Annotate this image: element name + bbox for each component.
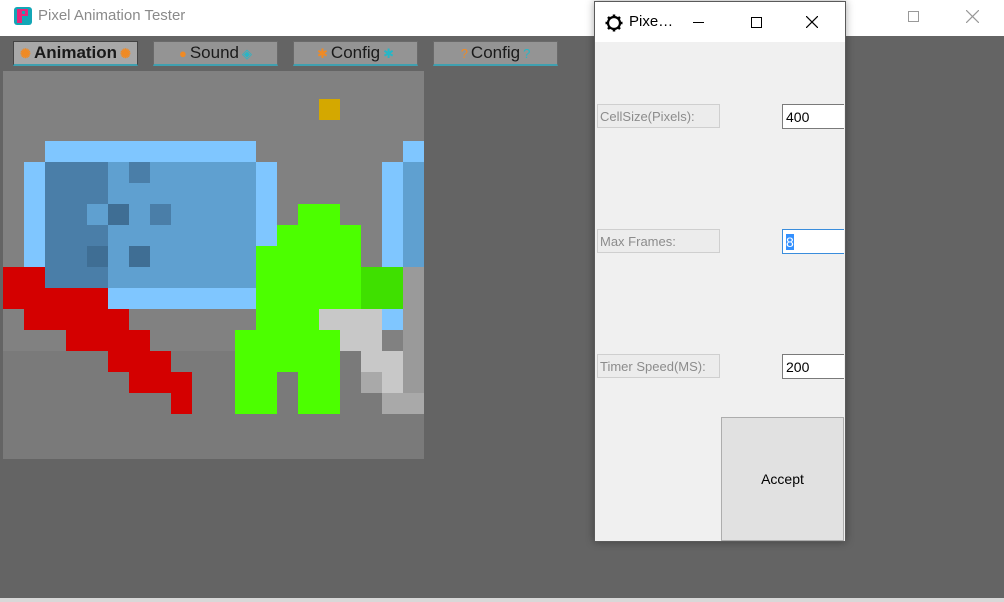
main-window: Pixel Animation Tester ✺ Animation ✺ ● S… (0, 0, 1004, 602)
main-titlebar[interactable]: Pixel Animation Tester (0, 0, 1004, 36)
accept-button[interactable]: Accept (721, 417, 844, 541)
window-title: Pixel Animation Tester (38, 7, 186, 24)
close-button[interactable] (791, 2, 837, 42)
maximize-icon (908, 11, 919, 22)
question-icon: ? (460, 45, 468, 61)
close-icon (966, 10, 979, 23)
cellsize-input[interactable]: 400 (782, 104, 844, 129)
minimize-button[interactable] (683, 2, 729, 42)
maximize-button[interactable] (735, 2, 781, 42)
sparkle-icon: ✺ (120, 45, 131, 61)
dialog-title: Pixe… (629, 13, 674, 30)
close-icon (806, 16, 818, 28)
animation-canvas[interactable] (3, 71, 424, 459)
tab-label: Config (470, 43, 521, 62)
sound-icon: ● (178, 45, 187, 61)
tab-animation[interactable]: ✺ Animation ✺ (13, 41, 138, 66)
tab-config-help[interactable]: ? Config ? (433, 41, 558, 66)
tab-label: Animation (33, 43, 118, 62)
selected-text: 8 (786, 234, 794, 250)
timer-label: Timer Speed(MS): (597, 354, 720, 378)
pixel-app-icon (14, 7, 32, 25)
maxframes-label: Max Frames: (597, 229, 720, 253)
question-icon: ? (523, 45, 531, 61)
cellsize-label: CellSize(Pixels): (597, 104, 720, 128)
config-dialog: Pixe… CellSize(Pixels): 400 Max Frames: … (594, 1, 846, 542)
tab-config[interactable]: ✱ Config ✱ (293, 41, 418, 66)
maximize-icon (751, 17, 762, 28)
close-button[interactable] (950, 0, 996, 32)
tab-label: Sound (189, 43, 240, 62)
maxframes-input[interactable]: 8 (782, 229, 844, 254)
gold-pixel (319, 99, 340, 120)
tab-sound[interactable]: ● Sound ◈ (153, 41, 278, 66)
status-bar (0, 598, 1004, 602)
sound-icon: ◈ (242, 45, 253, 61)
pixel-art-frame (3, 71, 424, 459)
minimize-icon (693, 22, 704, 23)
gear-icon: ✱ (383, 45, 394, 61)
gear-icon (605, 14, 623, 32)
maximize-button[interactable] (890, 0, 936, 32)
tab-label: Config (330, 43, 381, 62)
gear-icon: ✱ (317, 45, 328, 61)
dialog-titlebar[interactable]: Pixe… (595, 2, 845, 42)
timer-input[interactable]: 200 (782, 354, 844, 379)
sparkle-icon: ✺ (20, 45, 31, 61)
